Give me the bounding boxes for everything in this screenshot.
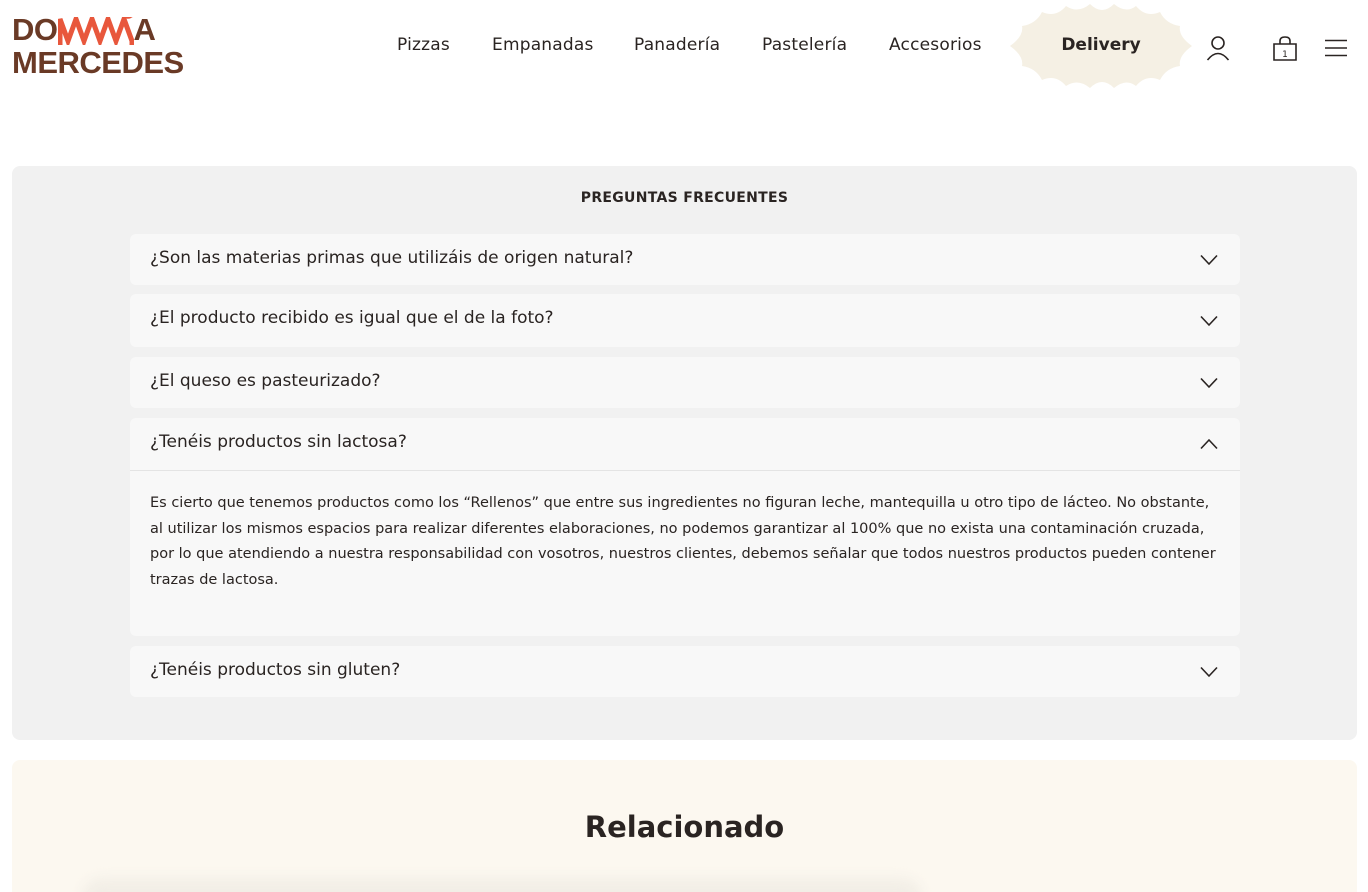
hamburger-menu-icon (1325, 39, 1347, 57)
faq-question: ¿Tenéis productos sin lactosa? (150, 432, 407, 452)
nav-item-accesorios[interactable]: Accesorios (889, 35, 982, 55)
faq-question: ¿El producto recibido es igual que el de… (150, 308, 554, 328)
related-product-card[interactable] (82, 878, 922, 892)
chevron-down-icon (1200, 377, 1218, 389)
cart-count-badge: 1 (1282, 50, 1288, 60)
faq-item[interactable]: ¿El producto recibido es igual que el de… (130, 294, 1240, 347)
related-section: Relacionado (12, 760, 1357, 892)
nav-item-panaderia[interactable]: Panadería (634, 35, 720, 55)
faq-item[interactable]: ¿Tenéis productos sin gluten? (130, 646, 1240, 697)
faq-answer: Es cierto que tenemos productos como los… (150, 495, 1216, 589)
delivery-button[interactable]: Delivery (1006, 0, 1196, 94)
faq-question: ¿El queso es pasteurizado? (150, 371, 381, 391)
faq-title: PREGUNTAS FRECUENTES (580, 190, 789, 206)
delivery-label: Delivery (1061, 35, 1141, 55)
site-header: DO A MERCEDES Pizzas Empanadas Panadería… (0, 0, 1368, 100)
chevron-down-icon (1200, 254, 1218, 266)
chevron-down-icon (1200, 315, 1218, 327)
nav-item-pasteleria[interactable]: Pastelería (762, 35, 847, 55)
nav-item-empanadas[interactable]: Empanadas (492, 35, 594, 55)
main-navigation: Pizzas Empanadas Panadería Pastelería Ac… (0, 0, 1368, 92)
chevron-up-icon (1200, 438, 1218, 450)
faq-item[interactable]: ¿Son las materias primas que utilizáis d… (130, 234, 1240, 285)
faq-question: ¿Son las materias primas que utilizáis d… (150, 248, 634, 268)
faq-item-expanded[interactable]: ¿Tenéis productos sin lactosa? Es cierto… (130, 418, 1240, 636)
faq-question: ¿Tenéis productos sin gluten? (150, 660, 401, 680)
nav-item-pizzas[interactable]: Pizzas (397, 35, 450, 55)
user-icon (1206, 36, 1230, 61)
chevron-down-icon (1200, 666, 1218, 678)
cart-button[interactable]: 1 (1269, 32, 1301, 64)
faq-divider (130, 470, 1240, 471)
faq-item[interactable]: ¿El queso es pasteurizado? (130, 357, 1240, 408)
account-button[interactable] (1202, 32, 1234, 64)
related-title: Relacionado (584, 810, 785, 844)
menu-button[interactable] (1320, 32, 1352, 64)
faq-section: PREGUNTAS FRECUENTES ¿Son las materias p… (12, 166, 1357, 740)
